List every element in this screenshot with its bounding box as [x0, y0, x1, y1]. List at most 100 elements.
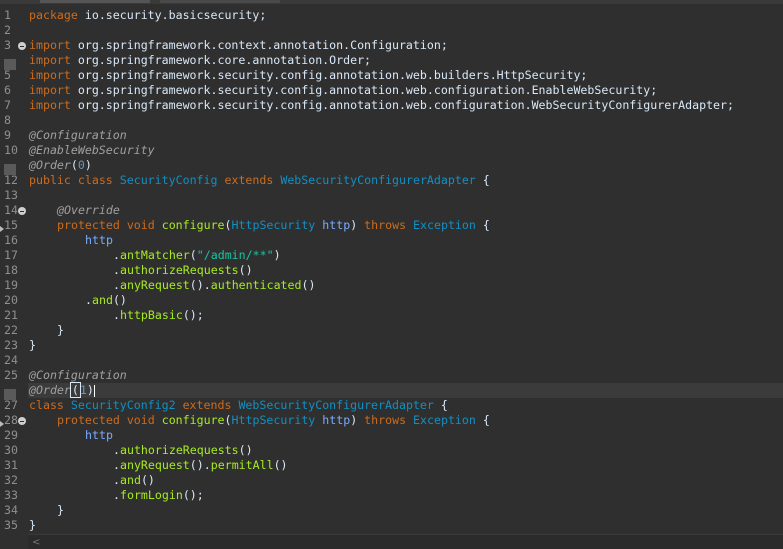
line-number: 24	[4, 353, 18, 367]
code-token: http	[322, 218, 351, 232]
scroll-left-icon[interactable]: <	[32, 537, 40, 548]
code-line[interactable]: .httpBasic();	[29, 308, 204, 323]
code-token: class	[77, 173, 113, 187]
code-line[interactable]: }	[29, 338, 36, 353]
code-line[interactable]: .authorizeRequests()	[29, 263, 253, 278]
code-line[interactable]: protected void configure(HttpSecurity ht…	[29, 218, 490, 233]
line-number: 23	[4, 338, 18, 352]
code-token: )	[273, 248, 281, 262]
code-token: authorizeRequests	[119, 263, 239, 277]
code-token: Exception	[413, 218, 476, 232]
line-number: 33	[4, 488, 18, 502]
code-line[interactable]: import org.springframework.security.conf…	[29, 68, 587, 83]
code-line[interactable]: .and()	[29, 293, 127, 308]
line-number: 7	[4, 98, 11, 112]
code-token: 0	[77, 158, 85, 172]
code-line[interactable]: class SecurityConfig2 extends WebSecurit…	[29, 398, 448, 413]
line-number: 20	[4, 293, 18, 307]
line-number: 21	[4, 308, 18, 322]
line-number: 22	[4, 323, 18, 337]
code-token: void	[126, 218, 155, 232]
code-token: package	[29, 8, 78, 22]
code-line[interactable]: .and()	[29, 473, 155, 488]
code-token: and	[119, 473, 141, 487]
code-line[interactable]: .anyRequest().permitAll()	[29, 458, 288, 473]
code-token: }	[57, 323, 64, 337]
code-token: 1	[79, 383, 87, 397]
code-token: permitAll	[210, 458, 274, 472]
fold-collapse-icon[interactable]	[18, 42, 26, 50]
line-number: 18	[4, 263, 18, 277]
line-number: 31	[4, 458, 18, 472]
code-token: @Override	[57, 203, 120, 217]
code-token: and	[91, 293, 113, 307]
code-line[interactable]: import org.springframework.core.annotati…	[29, 53, 371, 68]
code-editor[interactable]: 1 2 3 5 6 7 8 9 10 12 13 14 15 16 17 18 …	[0, 0, 783, 549]
code-token: .	[113, 308, 120, 322]
code-token: }	[29, 338, 36, 352]
code-line[interactable]: http	[29, 428, 113, 443]
code-area[interactable]: package io.security.basicsecurity; impor…	[28, 4, 783, 534]
code-line[interactable]: @EnableWebSecurity	[29, 143, 155, 158]
code-token: ()	[273, 458, 288, 472]
code-token: antMatcher	[119, 248, 190, 262]
code-token: extends	[224, 173, 274, 187]
code-token: ()	[140, 473, 155, 487]
code-token: )	[84, 158, 92, 172]
line-number: 10	[4, 143, 18, 157]
code-token: ()	[238, 263, 253, 277]
horizontal-scrollbar[interactable]: <	[28, 534, 783, 549]
code-line[interactable]: public class SecurityConfig extends WebS…	[29, 173, 490, 188]
code-line[interactable]: }	[29, 503, 64, 518]
code-line[interactable]: }	[29, 323, 64, 338]
code-token: formLogin	[119, 488, 183, 502]
code-line[interactable]: .anyRequest().authenticated()	[29, 278, 315, 293]
editor-tab[interactable]	[160, 0, 280, 3]
code-line[interactable]: }	[29, 518, 36, 533]
code-token: authorizeRequests	[119, 443, 239, 457]
code-token: @EnableWebSecurity	[29, 143, 155, 157]
code-line[interactable]: @Configuration	[29, 128, 127, 143]
code-token: import	[29, 38, 71, 52]
fold-collapse-icon[interactable]	[18, 207, 26, 215]
code-line[interactable]: .authorizeRequests()	[29, 443, 253, 458]
text-cursor	[93, 384, 95, 397]
code-line[interactable]: import org.springframework.security.conf…	[29, 98, 734, 113]
code-line[interactable]: protected void configure(HttpSecurity ht…	[29, 413, 490, 428]
code-token: void	[126, 413, 155, 427]
code-line[interactable]: import org.springframework.security.conf…	[29, 83, 657, 98]
code-line[interactable]: import org.springframework.context.annot…	[29, 38, 448, 53]
code-token: anyRequest	[119, 458, 190, 472]
line-number: 25	[4, 368, 18, 382]
editor-tab[interactable]	[40, 0, 150, 3]
code-token: throws	[364, 218, 407, 232]
code-line[interactable]: .formLogin();	[29, 488, 204, 503]
code-token: import	[29, 83, 71, 97]
code-token: {	[475, 413, 490, 427]
line-number-gutter: 1 2 3 5 6 7 8 9 10 12 13 14 15 16 17 18 …	[0, 4, 28, 534]
override-marker-icon[interactable]	[0, 421, 4, 427]
code-line[interactable]: @Override	[29, 203, 120, 218]
code-token: public	[29, 173, 71, 187]
code-line[interactable]: @Order(1)	[29, 382, 95, 398]
code-token: org.springframework.context.annotation.C…	[70, 38, 448, 52]
code-line[interactable]: package io.security.basicsecurity;	[29, 8, 266, 23]
code-token: WebSecurityConfigurerAdapter	[238, 398, 434, 412]
line-number: 8	[4, 113, 11, 127]
fold-collapse-icon[interactable]	[18, 417, 26, 425]
line-number: 35	[4, 518, 18, 532]
code-token: import	[29, 53, 71, 67]
code-line[interactable]: .antMatcher("/admin/**")	[29, 248, 281, 263]
line-number: 1	[4, 8, 11, 22]
code-line[interactable]: @Configuration	[29, 368, 127, 383]
code-token: )	[86, 383, 94, 397]
code-line[interactable]: @Order(0)	[29, 158, 92, 173]
code-token: ()	[301, 278, 316, 292]
code-line[interactable]: http	[29, 233, 113, 248]
code-token: HttpSecurity	[231, 413, 316, 427]
code-token: configure	[161, 218, 225, 232]
code-token: protected	[57, 413, 120, 427]
code-token: .	[113, 248, 120, 262]
